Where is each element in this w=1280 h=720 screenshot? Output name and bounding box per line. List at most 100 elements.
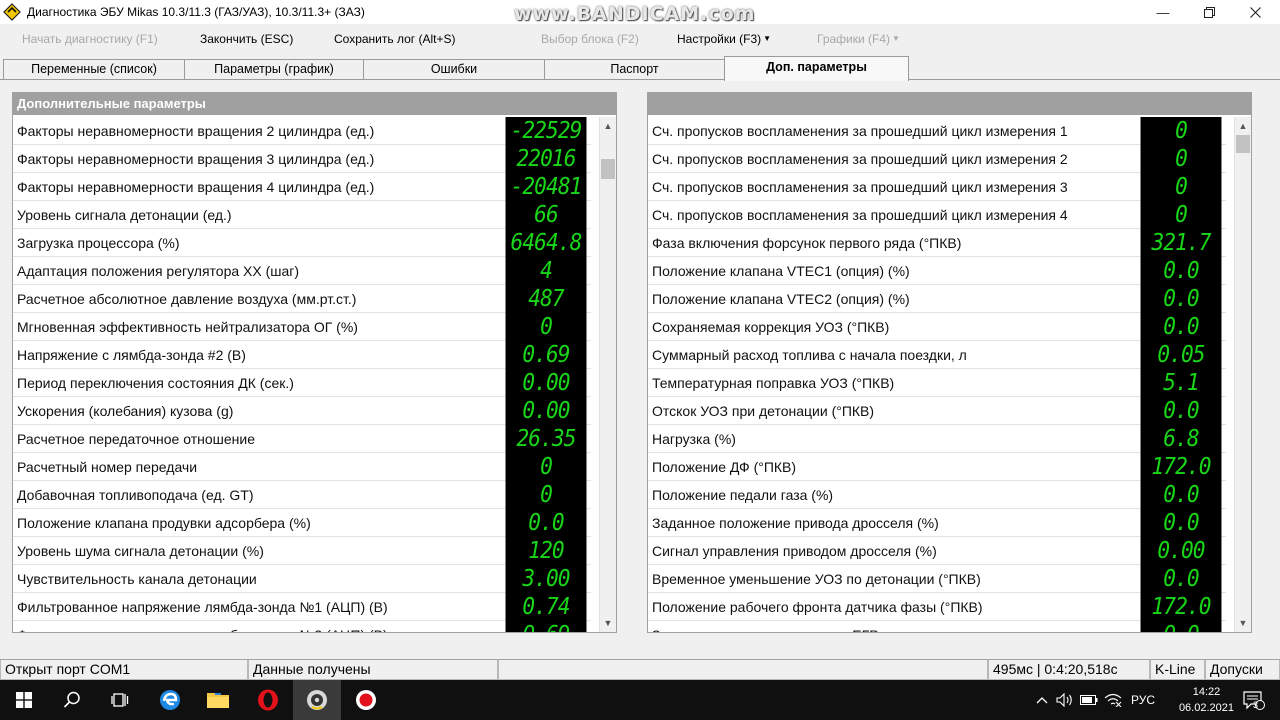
parameter-row[interactable]: Добавочная топливоподача (ед. GT) 0 bbox=[13, 481, 591, 509]
parameter-row[interactable]: Сч. пропусков воспламенения за прошедший… bbox=[648, 201, 1226, 229]
parameter-row[interactable]: Фильтрованное напряжение лямбда-зонда №1… bbox=[13, 593, 591, 621]
parameter-row[interactable]: Загрузка процессора (%) 6464.8 bbox=[13, 229, 591, 257]
select-block-menu[interactable]: Выбор блока (F2) bbox=[541, 32, 639, 46]
parameter-row[interactable]: Временное уменьшение УОЗ по детонации (°… bbox=[648, 565, 1226, 593]
tab-errors[interactable]: Ошибки bbox=[363, 59, 545, 80]
tab-passport[interactable]: Паспорт bbox=[544, 59, 725, 80]
parameter-row[interactable]: Мгновенная эффективность нейтрализатора … bbox=[13, 313, 591, 341]
parameter-value: 0 bbox=[1140, 145, 1222, 173]
parameter-row[interactable]: Положение клапана VTEC1 (опция) (%) 0.0 bbox=[648, 257, 1226, 285]
parameter-row[interactable]: Сч. пропусков воспламенения за прошедший… bbox=[648, 145, 1226, 173]
graphs-menu[interactable]: Графики (F4) ▼ bbox=[817, 32, 900, 46]
clock-date: 06.02.2021 bbox=[1178, 702, 1234, 714]
parameter-row[interactable]: Чувствительность канала детонации 3.00 bbox=[13, 565, 591, 593]
parameter-row[interactable]: Отскок УОЗ при детонации (°ПКВ) 0.0 bbox=[648, 397, 1226, 425]
parameter-value: 0 bbox=[1140, 173, 1222, 201]
parameter-row[interactable]: Расчетное абсолютное давление воздуха (м… bbox=[13, 285, 591, 313]
save-log-menu[interactable]: Сохранить лог (Alt+S) bbox=[334, 32, 456, 46]
parameter-row[interactable]: Факторы неравномерности вращения 4 цилин… bbox=[13, 173, 591, 201]
volume-button[interactable] bbox=[1054, 680, 1076, 720]
parameter-row[interactable]: Адаптация положения регулятора ХХ (шаг) 4 bbox=[13, 257, 591, 285]
file-explorer-button[interactable] bbox=[194, 680, 242, 720]
parameter-row[interactable]: Заданное положение привода дросселя (%) 0… bbox=[648, 509, 1226, 537]
parameter-row[interactable]: Фаза включения форсунок первого ряда (°П… bbox=[648, 229, 1226, 257]
scroll-up-icon[interactable]: ▲ bbox=[600, 118, 616, 135]
parameter-value: 0 bbox=[505, 453, 587, 481]
parameter-label: Мгновенная эффективность нейтрализатора … bbox=[17, 319, 358, 335]
windows-taskbar: РУС 14:22 06.02.2021 3 bbox=[0, 680, 1280, 720]
parameter-row[interactable]: Факторы неравномерности вращения 3 цилин… bbox=[13, 145, 591, 173]
system-clock[interactable]: 14:22 06.02.2021 bbox=[1179, 684, 1234, 716]
parameter-row[interactable]: Расчетный номер передачи 0 bbox=[13, 453, 591, 481]
parameter-value: 5.1 bbox=[1140, 369, 1222, 397]
scroll-thumb[interactable] bbox=[1236, 135, 1250, 153]
parameter-row[interactable]: Положение клапана продувки адсорбера (%)… bbox=[13, 509, 591, 537]
parameter-row[interactable]: Положение клапана VTEC2 (опция) (%) 0.0 bbox=[648, 285, 1226, 313]
parameter-row[interactable]: Положение ДФ (°ПКВ) 172.0 bbox=[648, 453, 1226, 481]
parameter-row[interactable]: Фильтрованное напряжение лямбда-зонда №2… bbox=[13, 621, 591, 632]
settings-menu[interactable]: Настройки (F3) ▼ bbox=[677, 32, 771, 46]
scroll-down-icon[interactable]: ▼ bbox=[1235, 615, 1251, 632]
scroll-up-icon[interactable]: ▲ bbox=[1235, 118, 1251, 135]
parameter-value: -20481 bbox=[505, 173, 587, 201]
network-button[interactable] bbox=[1102, 680, 1124, 720]
parameter-value: 0.69 bbox=[505, 341, 587, 369]
settings-menu-label: Настройки (F3) bbox=[677, 32, 762, 46]
parameter-row[interactable]: Уровень сигнала детонации (ед.) 66 bbox=[13, 201, 591, 229]
tolerances-status[interactable]: Допуски bbox=[1205, 659, 1280, 680]
parameter-label: Суммарный расход топлива с начала поездк… bbox=[652, 347, 967, 363]
parameter-row[interactable]: Сч. пропусков воспламенения за прошедший… bbox=[648, 173, 1226, 201]
start-button[interactable] bbox=[0, 680, 48, 720]
parameter-row[interactable]: Положение рабочего фронта датчика фазы (… bbox=[648, 593, 1226, 621]
parameter-value: 6.8 bbox=[1140, 425, 1222, 453]
parameter-row[interactable]: Расчетное передаточное отношение 26.35 bbox=[13, 425, 591, 453]
tab-extra-parameters[interactable]: Доп. параметры bbox=[724, 56, 909, 81]
parameter-value: 0.0 bbox=[1140, 257, 1222, 285]
parameter-row[interactable]: Период переключения состояния ДК (сек.) 0… bbox=[13, 369, 591, 397]
parameter-label: Сохраняемая коррекция УОЗ (°ПКВ) bbox=[652, 319, 890, 335]
close-button[interactable] bbox=[1232, 0, 1278, 24]
parameter-row[interactable]: Ускорения (колебания) кузова (g) 0.00 bbox=[13, 397, 591, 425]
left-scrollbar[interactable]: ▲ ▼ bbox=[599, 117, 616, 632]
parameter-row[interactable]: Сч. пропусков воспламенения за прошедший… bbox=[648, 117, 1226, 145]
right-scrollbar[interactable]: ▲ ▼ bbox=[1234, 117, 1251, 632]
parameter-row[interactable]: Положение педали газа (%) 0.0 bbox=[648, 481, 1226, 509]
battery-button[interactable] bbox=[1078, 680, 1100, 720]
parameter-row[interactable]: Заданное положение привода ЕГР 0.0 bbox=[648, 621, 1226, 632]
restore-button[interactable] bbox=[1186, 0, 1232, 24]
start-diagnostics-menu[interactable]: Начать диагностику (F1) bbox=[22, 32, 158, 46]
minimize-button[interactable]: — bbox=[1140, 0, 1186, 24]
parameter-row[interactable]: Напряжение с лямбда-зонда #2 (В) 0.69 bbox=[13, 341, 591, 369]
bandicam-button[interactable] bbox=[342, 680, 390, 720]
parameter-row[interactable]: Суммарный расход топлива с начала поездк… bbox=[648, 341, 1226, 369]
parameter-row[interactable]: Уровень шума сигнала детонации (%) 120 bbox=[13, 537, 591, 565]
parameter-label: Ускорения (колебания) кузова (g) bbox=[17, 403, 234, 419]
parameter-row[interactable]: Сохраняемая коррекция УОЗ (°ПКВ) 0.0 bbox=[648, 313, 1226, 341]
panel-title: Дополнительные параметры bbox=[13, 93, 616, 115]
edge-browser-button[interactable] bbox=[146, 680, 194, 720]
parameter-value: 26.35 bbox=[505, 425, 587, 453]
tray-overflow-button[interactable] bbox=[1032, 680, 1052, 720]
parameter-row[interactable]: Нагрузка (%) 6.8 bbox=[648, 425, 1226, 453]
notifications-button[interactable]: 3 bbox=[1234, 680, 1274, 720]
task-view-button[interactable] bbox=[96, 680, 144, 720]
search-button[interactable] bbox=[48, 680, 96, 720]
scroll-thumb[interactable] bbox=[601, 159, 615, 179]
tab-parameters-graph[interactable]: Параметры (график) bbox=[184, 59, 364, 80]
input-language[interactable]: РУС bbox=[1128, 680, 1158, 720]
parameter-value: 0 bbox=[505, 313, 587, 341]
parameter-value: 0.0 bbox=[1140, 285, 1222, 313]
parameter-row[interactable]: Факторы неравномерности вращения 2 цилин… bbox=[13, 117, 591, 145]
opera-browser-button[interactable] bbox=[244, 680, 292, 720]
tab-variables-list[interactable]: Переменные (список) bbox=[3, 59, 185, 80]
finish-menu[interactable]: Закончить (ESC) bbox=[200, 32, 293, 46]
timing-status: 495мс | 0:4:20,518с bbox=[988, 659, 1150, 680]
parameter-label: Фаза включения форсунок первого ряда (°П… bbox=[652, 235, 962, 251]
parameter-label: Сч. пропусков воспламенения за прошедший… bbox=[652, 151, 1068, 167]
mikas-diagnostics-button[interactable] bbox=[293, 680, 341, 720]
scroll-down-icon[interactable]: ▼ bbox=[600, 615, 616, 632]
parameter-label: Добавочная топливоподача (ед. GT) bbox=[17, 487, 254, 503]
wifi-off-icon bbox=[1104, 693, 1122, 707]
parameter-row[interactable]: Температурная поправка УОЗ (°ПКВ) 5.1 bbox=[648, 369, 1226, 397]
parameter-row[interactable]: Сигнал управления приводом дросселя (%) 0… bbox=[648, 537, 1226, 565]
